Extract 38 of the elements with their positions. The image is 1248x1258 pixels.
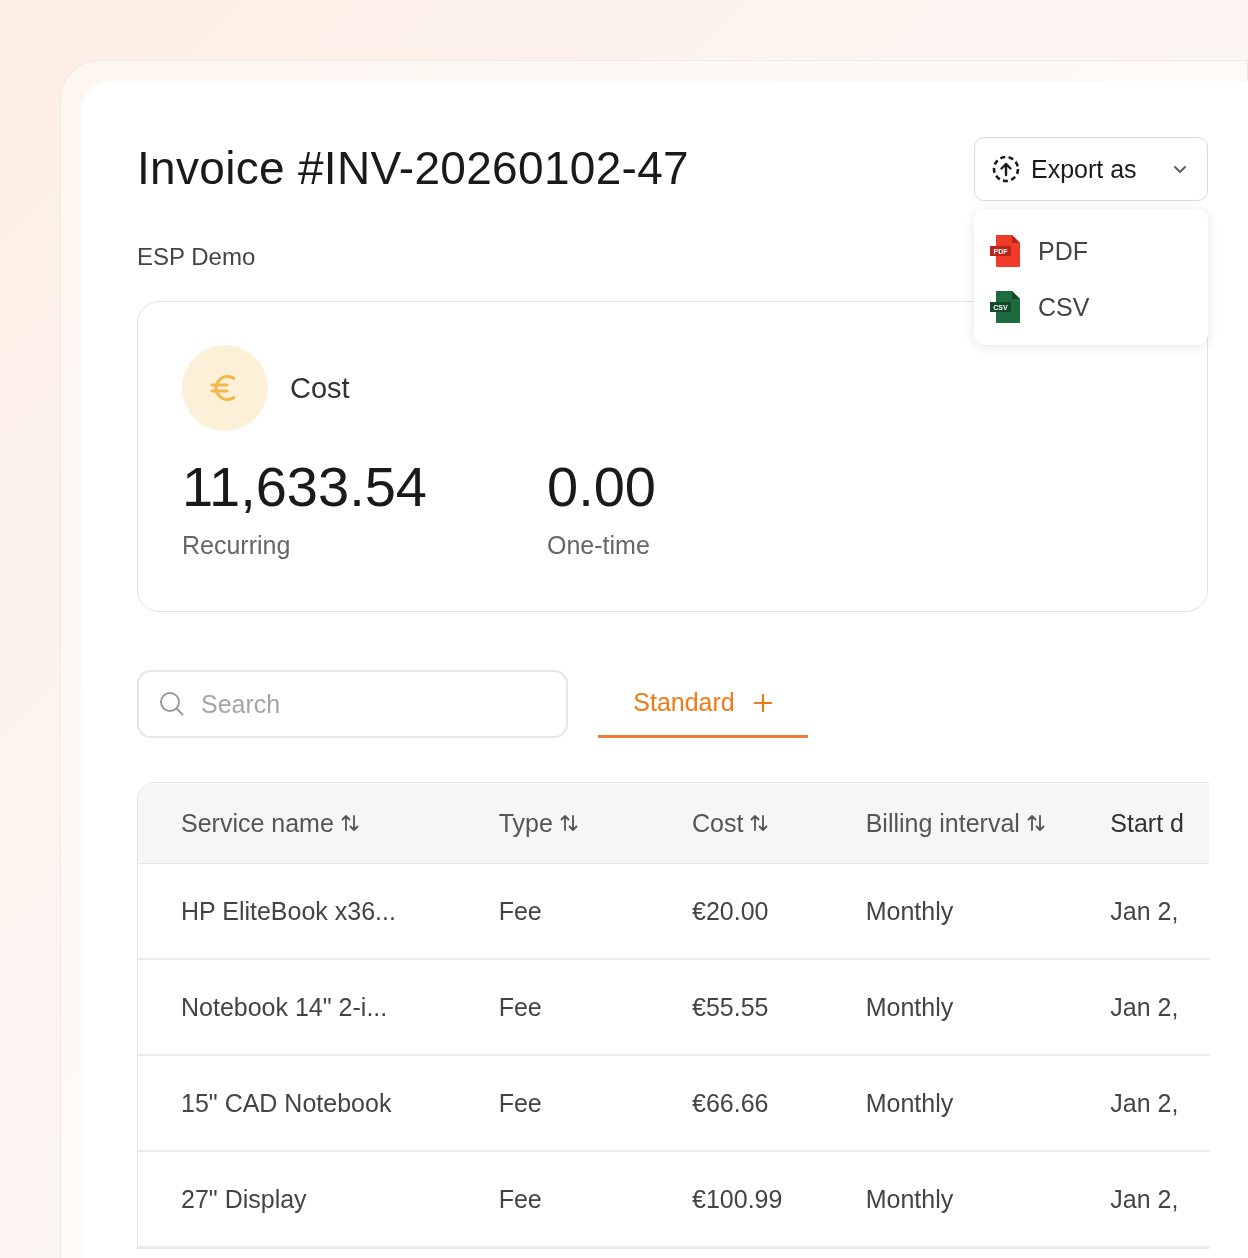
table-cell-text: Fee [498,991,543,1023]
table-cell-text: Notebook 14" 2-i... [181,991,389,1023]
invoice-title: Invoice #INV-20260102-47 [137,141,689,195]
search-field[interactable]: Search [137,670,568,738]
table-cell-text: Fee [498,895,543,927]
table-cell-text: Jan 2, [1110,991,1180,1023]
table-cell-text: HP EliteBook x36... [181,895,397,927]
amount-label: One-time [547,531,651,560]
table-cell-text: Fee [498,1183,543,1215]
column-header[interactable]: Service name [181,783,499,863]
plus-icon[interactable] [752,692,773,713]
table-cell-text: Monthly [865,895,955,927]
table-cell-text: 15" CAD Notebook [181,1087,393,1119]
table-cell-text: €20.00 [692,895,770,927]
table-cell-text: Monthly [865,1087,955,1119]
column-header[interactable]: Type [498,783,693,863]
column-header[interactable]: Start d [1110,783,1209,863]
export-button[interactable]: Export as [974,137,1208,201]
table-cell-text: Fee [498,1087,543,1119]
table-cell-text: 27" Display [181,1183,308,1215]
table-cell-text: Jan 2, [1110,1087,1180,1119]
table-cell-text: €66.66 [692,1087,770,1119]
column-header[interactable]: Billing interval [865,783,1111,863]
search-icon [159,691,185,717]
amount-value: 11,633.54 [182,459,427,515]
column-header[interactable]: Cost [692,783,866,863]
amount-label: Recurring [182,531,292,560]
table-cell-text: Jan 2, [1110,895,1180,927]
table-cell-text: €55.55 [692,991,770,1023]
cost-label: Cost [290,371,350,405]
table-cell-text: Monthly [865,991,955,1023]
table-cell-text: Monthly [865,1183,955,1215]
amount-value: 0.00 [547,459,656,515]
company-name: ESP Demo [137,243,256,271]
export-icon [991,154,1021,184]
table-cell-text: €100.99 [692,1183,784,1215]
chevron-icon [1173,164,1187,174]
table-cell-text: Jan 2, [1110,1183,1180,1215]
